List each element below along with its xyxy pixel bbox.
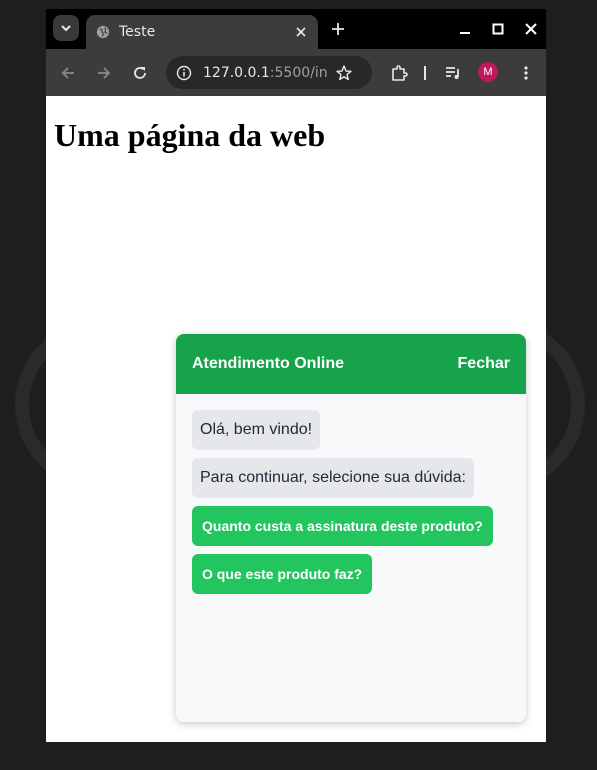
more-vertical-icon — [524, 66, 528, 80]
chat-message: Para continuar, selecione sua dúvida: — [192, 458, 474, 498]
tab-teste[interactable]: Teste — [86, 15, 318, 49]
chat-body: Olá, bem vindo! Para continuar, selecion… — [176, 394, 526, 618]
close-icon — [525, 23, 537, 35]
close-tab-icon[interactable] — [292, 23, 310, 41]
globe-icon — [96, 25, 110, 39]
reload-button[interactable] — [128, 61, 152, 85]
tab-title: Teste — [119, 24, 156, 40]
chat-widget: Atendimento Online Fechar Olá, bem vindo… — [176, 334, 526, 722]
page-title: Uma página da web — [54, 117, 326, 153]
tab-strip: Teste — [46, 9, 546, 49]
new-tab-button[interactable] — [328, 19, 348, 39]
address-bar[interactable]: 127.0.0.1:5500/in... — [166, 56, 372, 89]
page-content: Uma página da web Atendimento Online Fec… — [46, 96, 546, 742]
chat-header: Atendimento Online Fechar — [176, 334, 526, 394]
browser-toolbar: 127.0.0.1:5500/in... — [46, 49, 546, 96]
arrow-right-icon — [98, 67, 111, 79]
back-button[interactable] — [56, 61, 80, 85]
star-icon[interactable] — [335, 64, 353, 82]
puzzle-icon — [392, 65, 408, 81]
chat-option-what-it-does[interactable]: O que este produto faz? — [192, 554, 373, 594]
browser-window: Teste 127.0.0.1:5500/in... — [46, 9, 546, 742]
close-window-button[interactable] — [521, 19, 541, 39]
maximize-button[interactable] — [488, 19, 508, 39]
menu-button[interactable] — [514, 61, 538, 85]
chat-title: Atendimento Online — [192, 355, 344, 372]
toolbar-divider — [424, 66, 426, 80]
plus-icon — [332, 23, 344, 35]
minimize-button[interactable] — [455, 19, 475, 39]
url-text[interactable]: 127.0.0.1:5500/in... — [203, 65, 327, 81]
info-icon[interactable] — [176, 65, 192, 81]
forward-button[interactable] — [92, 61, 116, 85]
profile-avatar[interactable]: M — [478, 62, 498, 82]
reload-icon — [134, 67, 146, 79]
chat-close-button[interactable]: Fechar — [458, 355, 510, 373]
minimize-icon — [460, 32, 470, 34]
chat-message: Olá, bem vindo! — [192, 410, 321, 450]
playlist-icon — [446, 67, 459, 79]
maximize-icon — [492, 23, 504, 35]
media-control-button[interactable] — [441, 61, 465, 85]
extensions-button[interactable] — [387, 61, 411, 85]
chat-option-price[interactable]: Quanto custa a assinatura deste produto? — [192, 506, 493, 546]
tab-search-button[interactable] — [53, 15, 79, 41]
arrow-left-icon — [61, 67, 74, 79]
chevron-down-icon — [61, 25, 71, 32]
